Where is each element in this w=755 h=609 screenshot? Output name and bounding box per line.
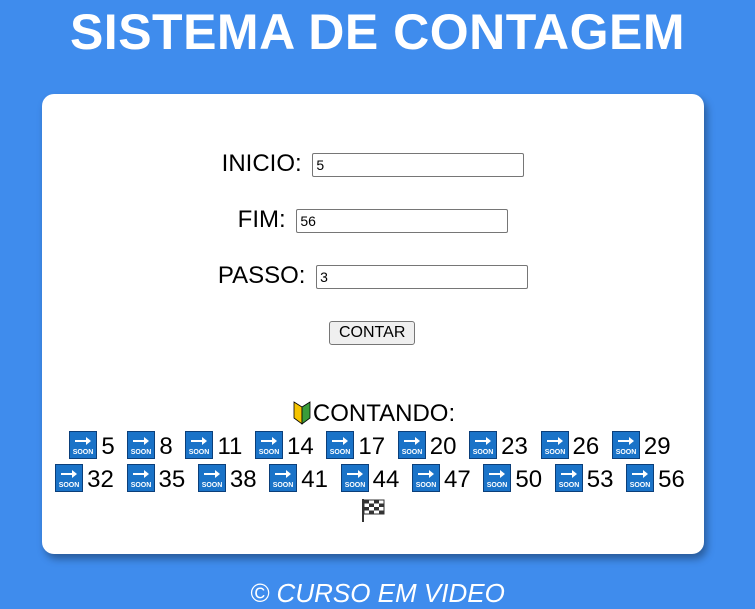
svg-text:SOON: SOON <box>202 482 223 489</box>
soon-arrow-icon: SOON <box>611 431 640 459</box>
svg-text:SOON: SOON <box>544 449 565 456</box>
fim-row: FIM: <box>42 206 704 234</box>
svg-text:SOON: SOON <box>401 449 422 456</box>
soon-arrow-icon: SOON <box>197 464 226 492</box>
passo-row: PASSO: <box>42 262 704 290</box>
count-number: 56 <box>658 466 685 493</box>
svg-text:SOON: SOON <box>344 482 365 489</box>
soon-arrow-icon: SOON <box>185 431 214 459</box>
inicio-label: INICIO: <box>221 150 302 177</box>
soon-arrow-icon: SOON <box>412 464 441 492</box>
soon-arrow-icon: SOON <box>269 464 298 492</box>
japanese-beginner-symbol-icon <box>293 401 311 425</box>
soon-arrow-icon: SOON <box>554 464 583 492</box>
passo-label: PASSO: <box>217 262 306 289</box>
soon-arrow-icon: SOON <box>340 464 369 492</box>
soon-arrow-icon: SOON <box>540 431 569 459</box>
count-number: 26 <box>572 433 600 460</box>
count-step: SOON 26 <box>540 430 600 463</box>
svg-text:SOON: SOON <box>487 482 508 489</box>
count-step: SOON 20 <box>397 430 457 463</box>
soon-arrow-icon: SOON <box>55 464 84 492</box>
svg-text:SOON: SOON <box>59 482 80 489</box>
count-step: SOON 44 <box>340 463 400 496</box>
count-step: SOON 8 <box>127 430 173 463</box>
count-number: 23 <box>501 433 528 460</box>
inicio-input[interactable] <box>312 152 525 177</box>
svg-text:SOON: SOON <box>273 482 294 489</box>
svg-text:SOON: SOON <box>616 449 637 456</box>
count-number: 32 <box>87 466 114 493</box>
count-step: SOON 53 <box>554 463 614 496</box>
footer-copyright: © CURSO EM VIDEO <box>250 578 505 608</box>
svg-text:SOON: SOON <box>416 482 437 489</box>
count-number: 35 <box>158 466 186 493</box>
count-step: SOON 11 <box>185 430 242 463</box>
count-number: 8 <box>159 433 173 460</box>
svg-text:SOON: SOON <box>73 449 94 456</box>
fim-label: FIM: <box>237 206 286 233</box>
result-header: CONTANDO: <box>42 397 704 430</box>
soon-arrow-icon: SOON <box>469 431 498 459</box>
count-number: 20 <box>429 433 457 460</box>
svg-text:SOON: SOON <box>259 449 280 456</box>
count-number: 50 <box>515 466 543 493</box>
count-step: SOON 47 <box>412 463 471 496</box>
count-number: 14 <box>287 433 314 460</box>
count-number: 5 <box>101 433 115 460</box>
count-step: SOON 14 <box>255 430 314 463</box>
soon-arrow-icon: SOON <box>326 431 355 459</box>
count-number: 44 <box>372 466 400 493</box>
contar-button[interactable]: CONTAR <box>329 321 416 345</box>
count-step: SOON 5 <box>69 430 115 463</box>
count-number: 29 <box>643 433 671 460</box>
count-number: 53 <box>586 466 614 493</box>
svg-text:SOON: SOON <box>330 449 351 456</box>
count-step: SOON 17 <box>326 430 385 463</box>
svg-text:SOON: SOON <box>130 482 151 489</box>
inicio-row: INICIO: <box>42 150 704 178</box>
count-number: 17 <box>358 433 386 460</box>
svg-text:SOON: SOON <box>131 449 152 456</box>
fim-input[interactable] <box>296 208 509 233</box>
soon-arrow-icon: SOON <box>483 464 512 492</box>
count-number: 11 <box>217 433 243 460</box>
count-number: 38 <box>229 466 257 493</box>
soon-arrow-icon: SOON <box>626 464 655 492</box>
count-step: SOON 56 <box>626 463 685 496</box>
count-step: SOON 35 <box>126 463 186 496</box>
count-number: 47 <box>444 466 471 493</box>
svg-text:SOON: SOON <box>558 482 579 489</box>
count-step: SOON 38 <box>197 463 257 496</box>
count-step: SOON 29 <box>611 430 671 463</box>
svg-text:SOON: SOON <box>473 449 494 456</box>
soon-arrow-icon: SOON <box>126 464 155 492</box>
soon-arrow-icon: SOON <box>255 431 284 459</box>
count-number: 41 <box>301 466 328 493</box>
soon-arrow-icon: SOON <box>127 431 156 459</box>
count-step: SOON 50 <box>483 463 542 496</box>
result-output: CONTANDO: SOON 5 SOON 8 SOON 11 SOON 14 SOON… <box>42 397 704 529</box>
soon-arrow-icon: SOON <box>69 431 98 459</box>
result-label: CONTANDO: <box>312 400 456 427</box>
page-title: SISTEMA DE CONTAGEM <box>69 4 686 60</box>
checkered-flag-icon <box>362 499 385 522</box>
svg-text:SOON: SOON <box>630 482 651 489</box>
count-step: SOON 32 <box>55 463 114 496</box>
finish-flag <box>359 499 387 526</box>
main-card: INICIO: FIM: PASSO: CONTAR CONTANDO: SOO… <box>42 94 704 554</box>
soon-arrow-icon: SOON <box>397 431 426 459</box>
step-list: SOON 5 SOON 8 SOON 11 SOON 14 SOON 17 SOON 20 … <box>55 430 691 526</box>
count-step: SOON 41 <box>269 463 328 496</box>
passo-input[interactable] <box>316 264 529 289</box>
count-step: SOON 23 <box>469 430 528 463</box>
svg-text:SOON: SOON <box>189 449 210 456</box>
